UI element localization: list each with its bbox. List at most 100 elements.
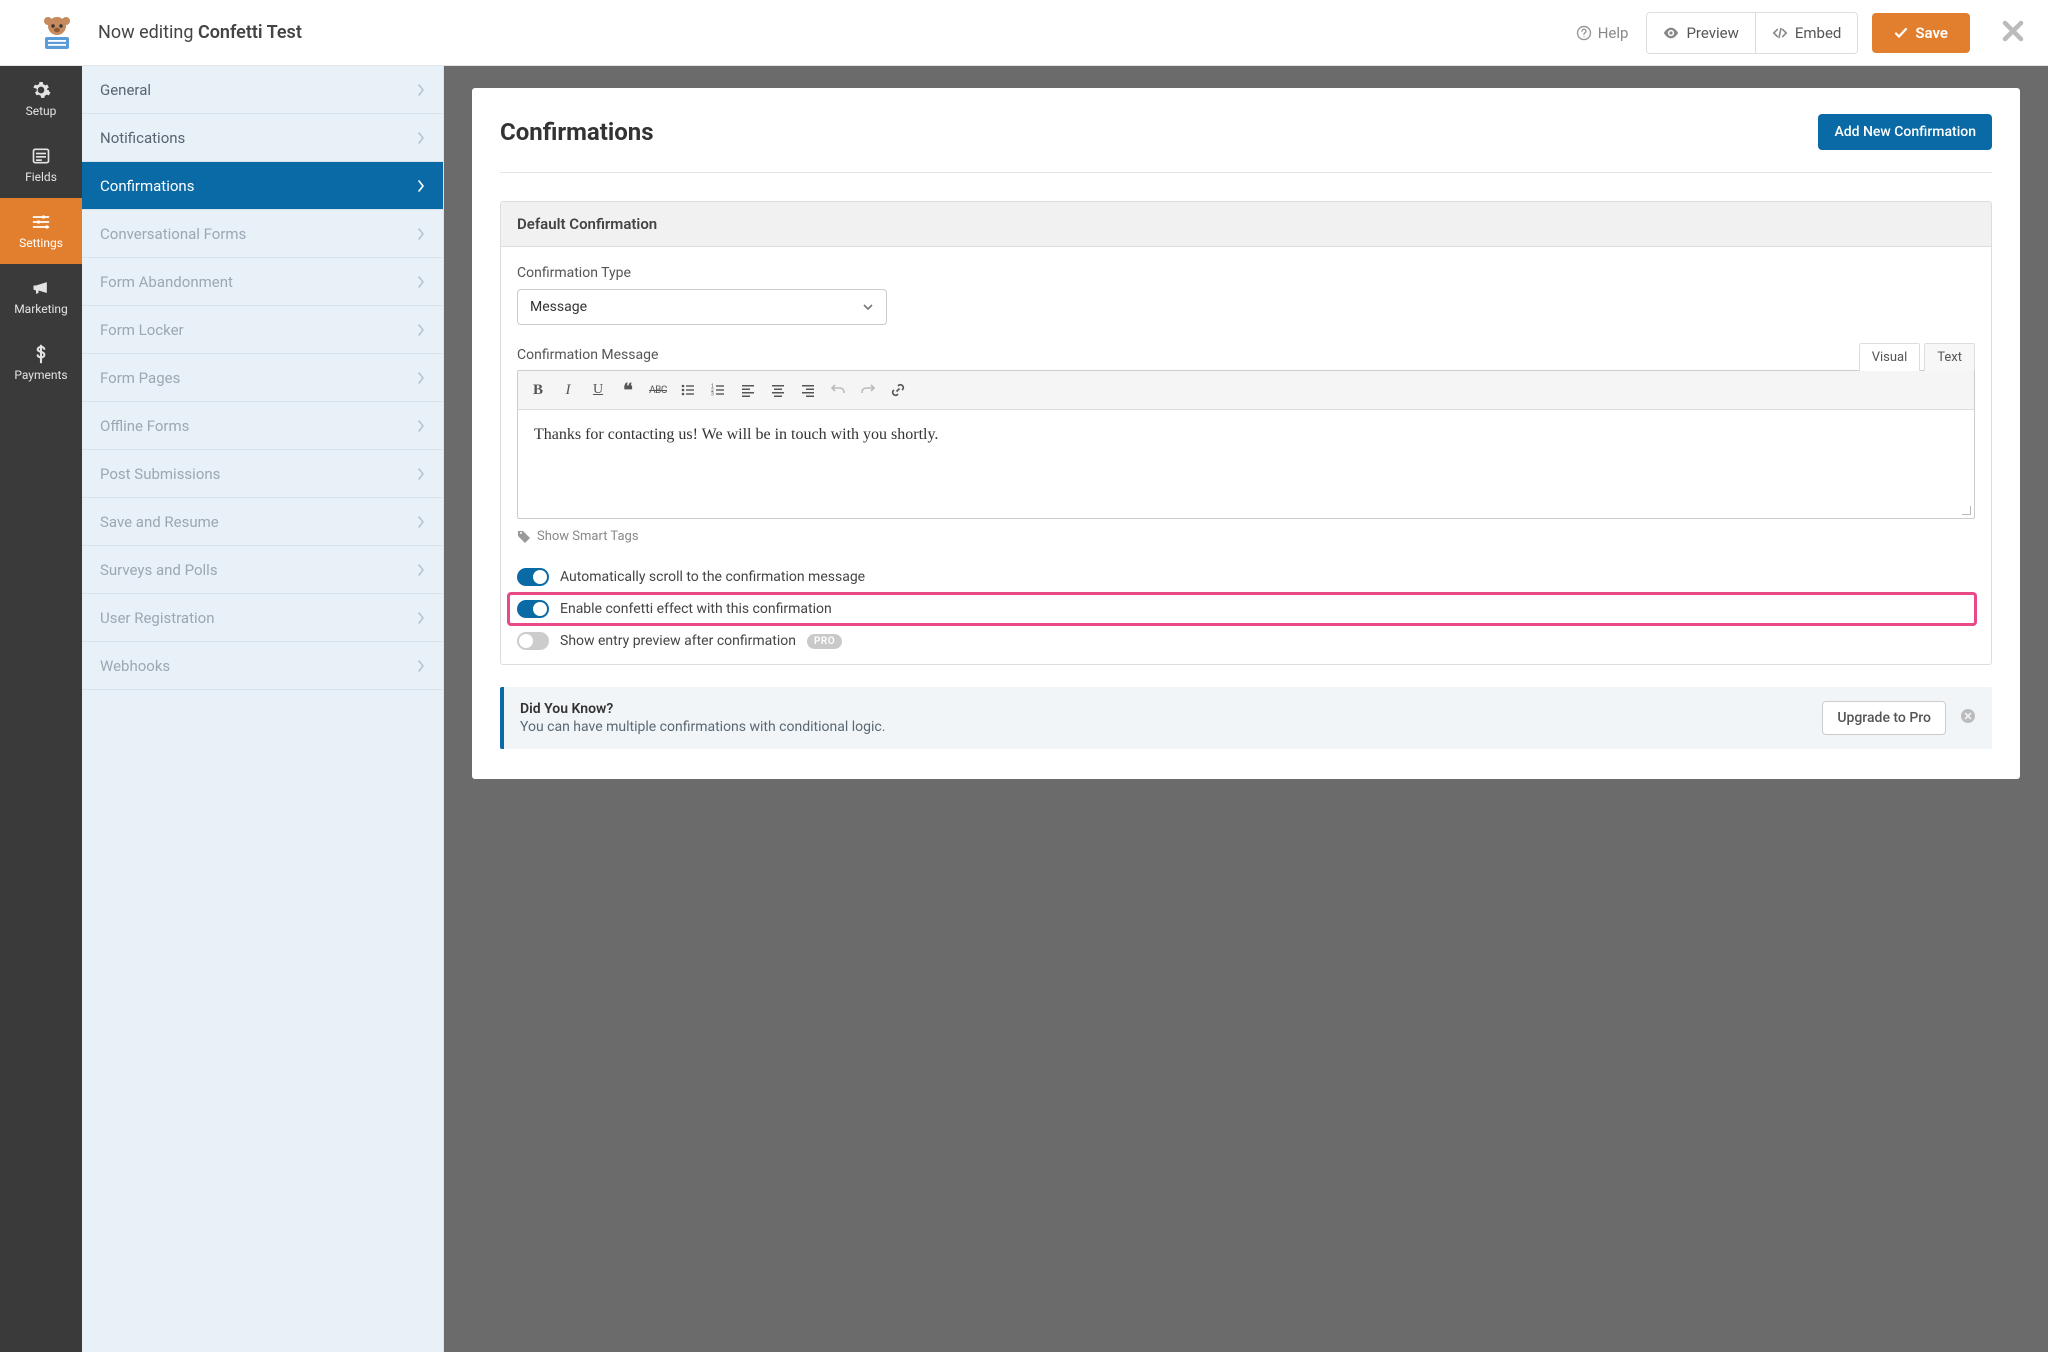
embed-button[interactable]: Embed bbox=[1755, 13, 1858, 53]
sliders-icon bbox=[30, 212, 52, 232]
chevron-right-icon bbox=[417, 468, 425, 480]
iconbar-setup[interactable]: Setup bbox=[0, 66, 82, 132]
megaphone-icon bbox=[30, 278, 52, 298]
tip-title: Did You Know? bbox=[520, 701, 613, 717]
pro-badge: PRO bbox=[807, 634, 842, 649]
iconbar-marketing[interactable]: Marketing bbox=[0, 264, 82, 330]
upgrade-button[interactable]: Upgrade to Pro bbox=[1822, 701, 1946, 735]
bold-button[interactable]: B bbox=[524, 377, 552, 403]
chevron-right-icon bbox=[417, 228, 425, 240]
toggle-row-scroll: Automatically scroll to the confirmation… bbox=[517, 560, 1975, 594]
iconbar-settings[interactable]: Settings bbox=[0, 198, 82, 264]
align-center-button[interactable] bbox=[764, 377, 792, 403]
resize-handle[interactable] bbox=[1960, 504, 1972, 516]
iconbar-fields[interactable]: Fields bbox=[0, 132, 82, 198]
sidebar-item-label: General bbox=[100, 81, 151, 99]
align-left-button[interactable] bbox=[734, 377, 762, 403]
sidebar-item-conversational-forms[interactable]: Conversational Forms bbox=[82, 210, 443, 258]
toggle-scroll[interactable] bbox=[517, 568, 549, 586]
sidebar-item-general[interactable]: General bbox=[82, 66, 443, 114]
tip-close-button[interactable] bbox=[1960, 708, 1976, 728]
tab-text[interactable]: Text bbox=[1924, 343, 1975, 371]
iconbar: Setup Fields Settings Marketing Payments bbox=[0, 66, 82, 1352]
sidebar-item-form-pages[interactable]: Form Pages bbox=[82, 354, 443, 402]
sidebar-item-label: Post Submissions bbox=[100, 465, 220, 483]
bulleted-list-button[interactable] bbox=[674, 377, 702, 403]
blockquote-button[interactable]: ❝ bbox=[614, 377, 642, 403]
gear-icon bbox=[30, 80, 52, 100]
sidebar-item-post-submissions[interactable]: Post Submissions bbox=[82, 450, 443, 498]
add-confirmation-button[interactable]: Add New Confirmation bbox=[1818, 114, 1992, 150]
toggle-confetti[interactable] bbox=[517, 600, 549, 618]
editor-toolbar: B I U ❝ ABC 123 bbox=[518, 371, 1974, 410]
chevron-right-icon bbox=[417, 516, 425, 528]
app-logo bbox=[37, 15, 77, 51]
sidebar-item-surveys-and-polls[interactable]: Surveys and Polls bbox=[82, 546, 443, 594]
editor-textarea[interactable]: Thanks for contacting us! We will be in … bbox=[518, 410, 1974, 518]
save-button[interactable]: Save bbox=[1872, 13, 1970, 53]
redo-button[interactable] bbox=[854, 377, 882, 403]
undo-button[interactable] bbox=[824, 377, 852, 403]
chevron-right-icon bbox=[417, 564, 425, 576]
sidebar-item-label: User Registration bbox=[100, 609, 215, 627]
chevron-right-icon bbox=[417, 132, 425, 144]
card-title: Default Confirmation bbox=[501, 202, 1991, 247]
sidebar-item-label: Confirmations bbox=[100, 177, 194, 195]
svg-text:3: 3 bbox=[711, 392, 714, 398]
help-link[interactable]: Help bbox=[1576, 24, 1629, 42]
tag-icon bbox=[517, 530, 531, 544]
tab-visual[interactable]: Visual bbox=[1859, 343, 1921, 371]
numbered-list-button[interactable]: 123 bbox=[704, 377, 732, 403]
confirmation-type-select[interactable]: Message bbox=[517, 289, 887, 325]
settingsbar: General Notifications Confirmations Convers… bbox=[82, 66, 444, 1352]
sidebar-item-notifications[interactable]: Notifications bbox=[82, 114, 443, 162]
chevron-right-icon bbox=[417, 324, 425, 336]
dollar-icon bbox=[30, 344, 52, 364]
sidebar-item-confirmations[interactable]: Confirmations bbox=[82, 162, 443, 210]
sidebar-item-label: Form Abandonment bbox=[100, 273, 233, 291]
sidebar-item-label: Save and Resume bbox=[100, 513, 219, 531]
strikethrough-button[interactable]: ABC bbox=[644, 377, 672, 403]
type-label: Confirmation Type bbox=[517, 265, 1975, 281]
sidebar-item-user-registration[interactable]: User Registration bbox=[82, 594, 443, 642]
sidebar-item-save-and-resume[interactable]: Save and Resume bbox=[82, 498, 443, 546]
topbar: Now editing Confetti Test Help Preview E… bbox=[0, 0, 2048, 66]
sidebar-item-label: Form Pages bbox=[100, 369, 180, 387]
sidebar-item-label: Notifications bbox=[100, 129, 185, 147]
chevron-right-icon bbox=[417, 372, 425, 384]
italic-button[interactable]: I bbox=[554, 377, 582, 403]
sidebar-item-label: Offline Forms bbox=[100, 417, 189, 435]
sidebar-item-label: Webhooks bbox=[100, 657, 170, 675]
chevron-right-icon bbox=[417, 84, 425, 96]
link-button[interactable] bbox=[884, 377, 912, 403]
toggle-row-confetti: Enable confetti effect with this confirm… bbox=[509, 594, 1975, 624]
sidebar-item-form-abandonment[interactable]: Form Abandonment bbox=[82, 258, 443, 306]
topbar-button-group: Preview Embed bbox=[1646, 12, 1858, 54]
chevron-down-icon bbox=[862, 301, 874, 313]
canvas: Confirmations Add New Confirmation Defau… bbox=[444, 66, 2048, 1352]
sidebar-item-label: Conversational Forms bbox=[100, 225, 246, 243]
chevron-right-icon bbox=[417, 276, 425, 288]
iconbar-payments[interactable]: Payments bbox=[0, 330, 82, 396]
chevron-right-icon bbox=[417, 660, 425, 672]
align-right-button[interactable] bbox=[794, 377, 822, 403]
panel: Confirmations Add New Confirmation Defau… bbox=[472, 88, 2020, 779]
sidebar-item-form-locker[interactable]: Form Locker bbox=[82, 306, 443, 354]
editor: B I U ❝ ABC 123 bbox=[517, 370, 1975, 519]
preview-button[interactable]: Preview bbox=[1647, 13, 1754, 53]
panel-title: Confirmations bbox=[500, 118, 654, 146]
chevron-right-icon bbox=[417, 612, 425, 624]
underline-button[interactable]: U bbox=[584, 377, 612, 403]
sidebar-item-webhooks[interactable]: Webhooks bbox=[82, 642, 443, 690]
message-label: Confirmation Message bbox=[517, 347, 658, 363]
close-button[interactable] bbox=[1994, 20, 2032, 46]
toggle-entry-preview[interactable] bbox=[517, 632, 549, 650]
chevron-right-icon bbox=[417, 420, 425, 432]
form-icon bbox=[30, 146, 52, 166]
tip-banner: Did You Know? You can have multiple conf… bbox=[500, 687, 1992, 749]
sidebar-item-offline-forms[interactable]: Offline Forms bbox=[82, 402, 443, 450]
editing-label: Now editing Confetti Test bbox=[98, 22, 302, 43]
confirmation-card: Default Confirmation Confirmation Type M… bbox=[500, 201, 1992, 665]
sidebar-item-label: Form Locker bbox=[100, 321, 184, 339]
smart-tags-link[interactable]: Show Smart Tags bbox=[517, 529, 1975, 544]
